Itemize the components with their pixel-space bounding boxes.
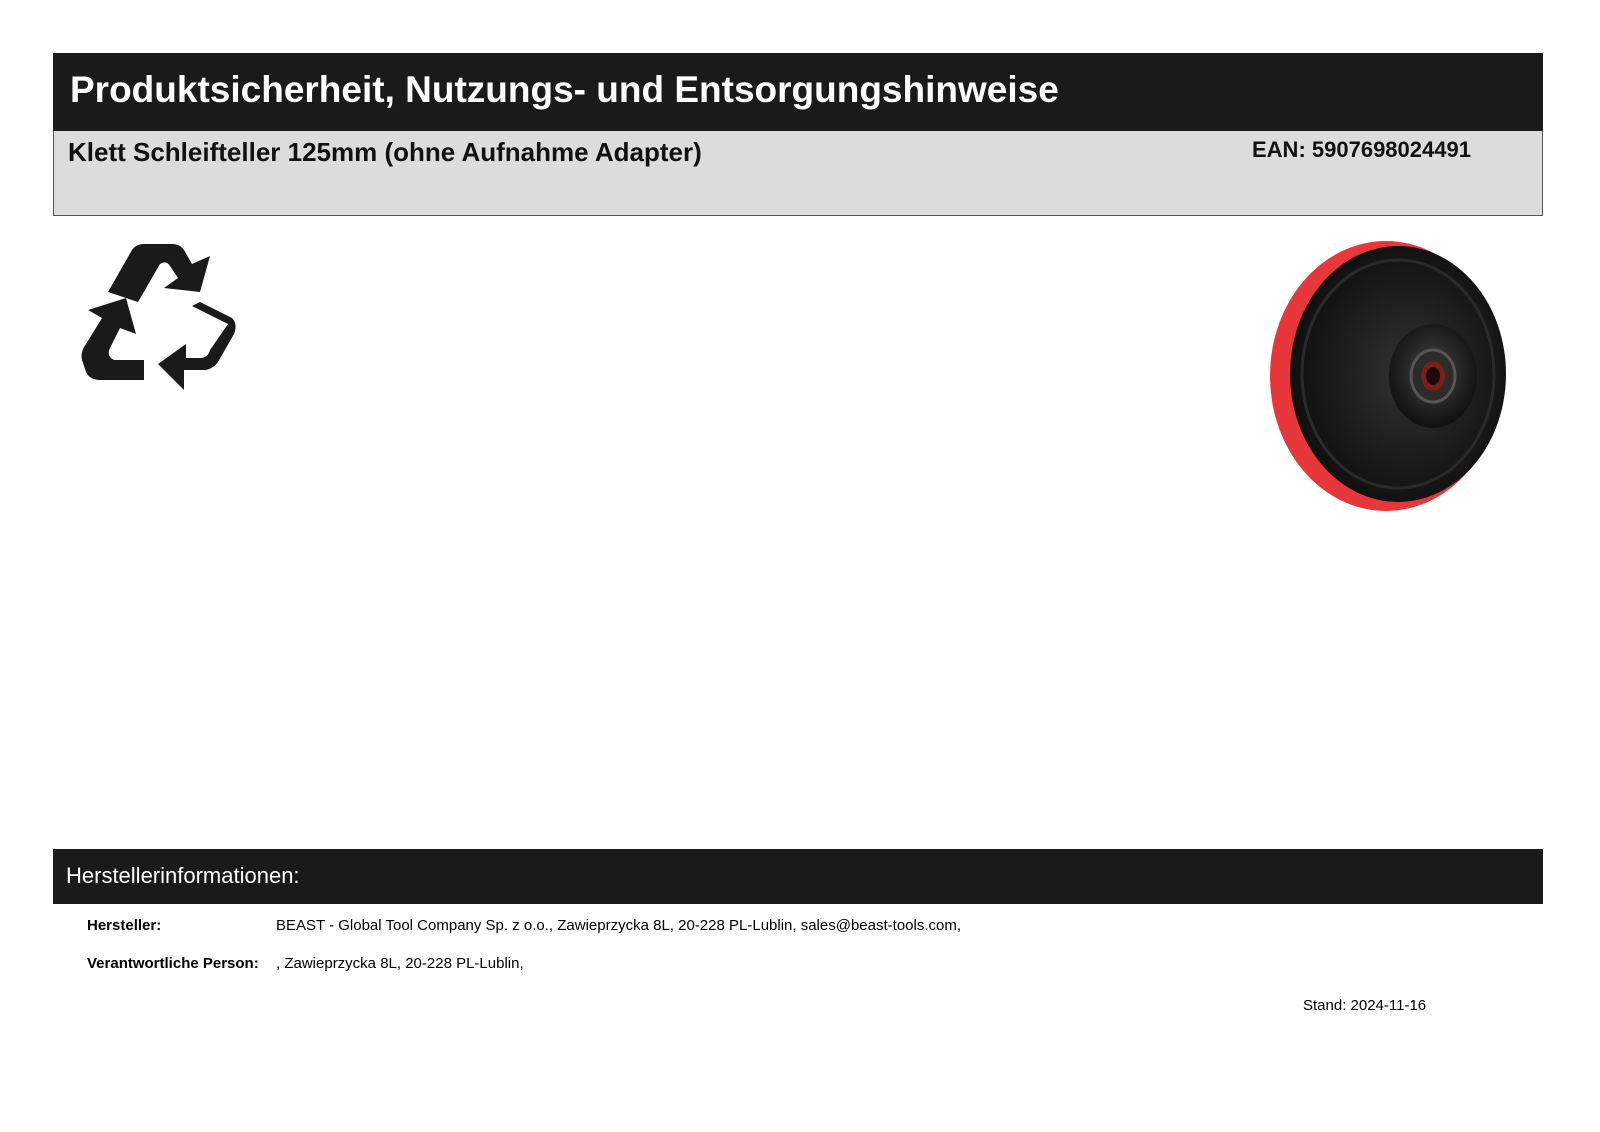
manufacturer-section-title: Herstellerinformationen: [66,863,300,888]
product-name: Klett Schleifteller 125mm (ohne Aufnahme… [68,137,702,167]
recycle-icon [80,240,242,392]
manufacturer-header: Herstellerinformationen: [53,849,1543,904]
product-info-box: Klett Schleifteller 125mm (ohne Aufnahme… [53,131,1543,216]
stand-date: Stand: 2024-11-16 [1303,997,1427,1014]
responsible-person-value: , Zawieprzycka 8L, 20-228 PL-Lublin, [276,955,524,972]
responsible-person-label: Verantwortliche Person: [87,955,259,972]
document-header: Produktsicherheit, Nutzungs- und Entsorg… [53,53,1543,131]
sanding-pad-image [1268,236,1518,516]
ean-code: EAN: 5907698024491 [1252,137,1471,162]
manufacturer-value: BEAST - Global Tool Company Sp. z o.o., … [276,917,962,934]
document-title: Produktsicherheit, Nutzungs- und Entsorg… [70,69,1059,110]
manufacturer-label: Hersteller: [87,917,162,934]
